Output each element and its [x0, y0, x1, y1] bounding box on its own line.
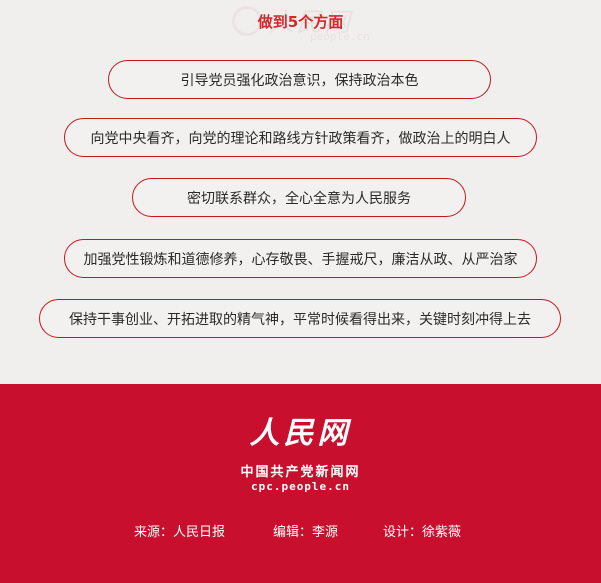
logo-url: cpc.people.cn	[250, 480, 351, 493]
aspect-item-5: 保持干事创业、开拓进取的精气神，平常时候看得出来，关键时刻冲得上去	[39, 299, 561, 338]
aspect-item-3: 密切联系群众，全心全意为人民服务	[132, 178, 466, 217]
content-area: 人民网 people.cn 做到5个方面 引导党员强化政治意识，保持政治本色 向…	[0, 0, 601, 384]
section-heading: 做到5个方面	[257, 13, 344, 31]
logo-subtitle: 中国共产党新闻网	[240, 465, 361, 480]
aspect-item-1: 引导党员强化政治意识，保持政治本色	[108, 60, 491, 99]
aspect-item-4: 加强党性锻炼和道德修养，心存敬畏、手握戒尺，廉洁从政、从严治家	[64, 239, 537, 278]
aspect-item-2: 向党中央看齐，向党的理论和路线方针政策看齐，做政治上的明白人	[64, 118, 537, 157]
credit-editor: 编辑：李源	[273, 525, 339, 540]
credit-designer: 设计：徐紫薇	[383, 525, 462, 540]
people-logo: 人民网	[249, 416, 352, 451]
credit-source: 来源：人民日报	[134, 525, 226, 540]
footer: 人民网 中国共产党新闻网 cpc.people.cn 来源：人民日报 编辑：李源…	[0, 384, 601, 583]
